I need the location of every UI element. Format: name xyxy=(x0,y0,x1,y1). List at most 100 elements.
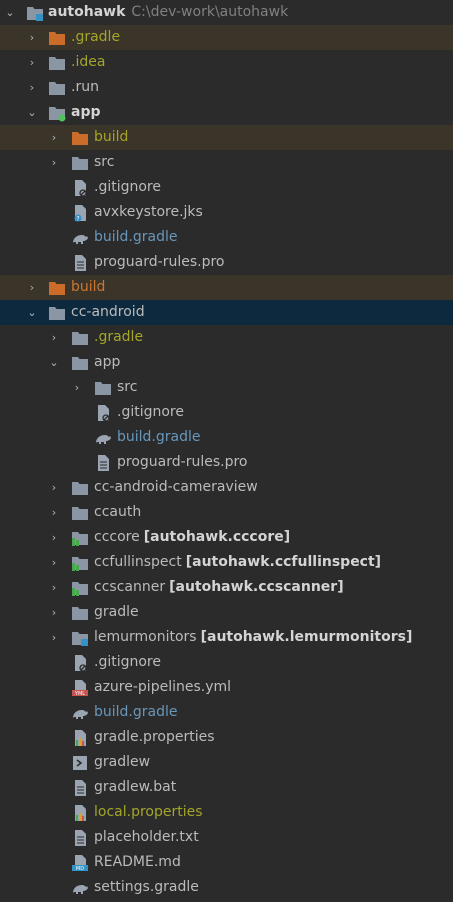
folder-icon xyxy=(49,82,65,95)
library-module-folder-icon xyxy=(72,532,88,546)
tree-row-settings-gradle[interactable]: settings.gradle xyxy=(0,875,453,900)
tree-row-ccfullinspect[interactable]: › ccfullinspect [autohawk.ccfullinspect] xyxy=(0,550,453,575)
tree-item-label: cc-android-cameraview xyxy=(94,479,258,495)
tree-item-label: .gitignore xyxy=(94,179,161,195)
tree-row-cameraview[interactable]: › cc-android-cameraview xyxy=(0,475,453,500)
shell-script-icon xyxy=(73,756,87,770)
tree-row-app-build-gradle[interactable]: build.gradle xyxy=(0,225,453,250)
tree-row-app-gitignore[interactable]: .gitignore xyxy=(0,175,453,200)
chevron-right-icon[interactable]: › xyxy=(46,550,62,575)
tree-item-label: .gradle xyxy=(94,329,144,345)
chevron-right-icon[interactable]: › xyxy=(46,625,62,650)
library-module-folder-icon xyxy=(72,557,88,571)
svg-text:YML: YML xyxy=(74,691,85,697)
tree-item-label: ccfullinspect xyxy=(94,554,182,570)
tree-row-cc-gitignore[interactable]: .gitignore xyxy=(0,650,453,675)
tree-row-run[interactable]: › .run xyxy=(0,75,453,100)
tree-row-cc-app[interactable]: ⌄ app xyxy=(0,350,453,375)
tree-item-label: build.gradle xyxy=(94,704,178,720)
tree-row-cc-gradle[interactable]: › .gradle xyxy=(0,325,453,350)
tree-item-label: cccore xyxy=(94,529,140,545)
tree-item-label: gradlew xyxy=(94,754,151,770)
android-module-folder-icon xyxy=(49,107,66,122)
tree-row-gradle-properties[interactable]: gradle.properties xyxy=(0,725,453,750)
folder-icon xyxy=(49,57,65,70)
text-file-icon xyxy=(75,780,86,796)
chevron-right-icon[interactable]: › xyxy=(46,575,62,600)
tree-item-label: proguard-rules.pro xyxy=(94,254,225,270)
chevron-right-icon[interactable]: › xyxy=(24,75,40,100)
chevron-right-icon[interactable]: › xyxy=(46,325,62,350)
tree-row-idea[interactable]: › .idea xyxy=(0,50,453,75)
chevron-right-icon[interactable]: › xyxy=(46,500,62,525)
tree-item-label: proguard-rules.pro xyxy=(117,454,248,470)
folder-icon xyxy=(72,507,88,520)
tree-row-gradle-folder[interactable]: › gradle xyxy=(0,600,453,625)
tree-row-cc-build-gradle[interactable]: build.gradle xyxy=(0,700,453,725)
tree-row-app-proguard[interactable]: proguard-rules.pro xyxy=(0,250,453,275)
chevron-down-icon[interactable]: ⌄ xyxy=(46,350,62,375)
tree-row-cc-app-src[interactable]: › src xyxy=(0,375,453,400)
tree-row-gradlew[interactable]: gradlew xyxy=(0,750,453,775)
chevron-right-icon[interactable]: › xyxy=(46,125,62,150)
tree-item-label: placeholder.txt xyxy=(94,829,199,845)
tree-item-label: gradle xyxy=(94,604,139,620)
gitignore-file-icon xyxy=(75,180,87,197)
tree-row-ccscanner[interactable]: › ccscanner [autohawk.ccscanner] xyxy=(0,575,453,600)
tree-row-app-build[interactable]: › build xyxy=(0,125,453,150)
tree-item-label: .run xyxy=(71,79,99,95)
chevron-right-icon[interactable]: › xyxy=(24,25,40,50)
chevron-right-icon[interactable]: › xyxy=(24,275,40,300)
project-path: C:\dev-work\autohawk xyxy=(131,4,289,20)
tree-row-build[interactable]: › build xyxy=(0,275,453,300)
gradle-icon xyxy=(73,235,88,244)
tree-row-readme[interactable]: MD README.md xyxy=(0,850,453,875)
tree-item-label: cc-android xyxy=(71,304,145,320)
tree-row-cc-app-gitignore[interactable]: .gitignore xyxy=(0,400,453,425)
folder-icon xyxy=(49,307,65,320)
tree-row-local-properties[interactable]: local.properties xyxy=(0,800,453,825)
tree-row-placeholder[interactable]: placeholder.txt xyxy=(0,825,453,850)
library-module-folder-icon xyxy=(72,582,88,596)
properties-file-icon xyxy=(75,730,86,746)
tree-row-app[interactable]: ⌄ app xyxy=(0,100,453,125)
svg-text:MD: MD xyxy=(76,866,84,872)
folder-icon xyxy=(72,157,88,170)
chevron-right-icon[interactable]: › xyxy=(46,525,62,550)
gitignore-file-icon xyxy=(98,405,110,422)
tree-row-cccore[interactable]: › cccore [autohawk.cccore] xyxy=(0,525,453,550)
project-name: autohawk xyxy=(48,4,126,20)
properties-file-icon xyxy=(75,805,86,821)
folder-icon xyxy=(72,607,88,620)
tree-row-gradle-cache[interactable]: › .gradle xyxy=(0,25,453,50)
chevron-down-icon[interactable]: ⌄ xyxy=(24,300,40,325)
chevron-right-icon[interactable]: › xyxy=(69,375,85,400)
tree-row-lemurmonitors[interactable]: › lemurmonitors [autohawk.lemurmonitors] xyxy=(0,625,453,650)
module-name: [autohawk.lemurmonitors] xyxy=(200,629,413,645)
chevron-down-icon[interactable]: ⌄ xyxy=(24,100,40,125)
tree-row-gradlew-bat[interactable]: gradlew.bat xyxy=(0,775,453,800)
tree-row-app-src[interactable]: › src xyxy=(0,150,453,175)
project-tree: ⌄ autohawk C:\dev-work\autohawk › .gradle… xyxy=(0,0,453,900)
tree-row-cc-app-proguard[interactable]: proguard-rules.pro xyxy=(0,450,453,475)
tree-item-label: .gitignore xyxy=(94,654,161,670)
chevron-right-icon[interactable]: › xyxy=(46,475,62,500)
tree-row-azure-pipelines[interactable]: YML azure-pipelines.yml xyxy=(0,675,453,700)
tree-row-keystore[interactable]: ? avxkeystore.jks xyxy=(0,200,453,225)
gitignore-file-icon xyxy=(75,655,87,672)
svg-text:?: ? xyxy=(76,216,79,223)
tree-item-label: build.gradle xyxy=(94,229,178,245)
tree-item-label: README.md xyxy=(94,854,181,870)
tree-row-autohawk[interactable]: ⌄ autohawk C:\dev-work\autohawk xyxy=(0,0,453,25)
chevron-right-icon[interactable]: › xyxy=(46,600,62,625)
chevron-right-icon[interactable]: › xyxy=(46,150,62,175)
tree-row-ccauth[interactable]: › ccauth xyxy=(0,500,453,525)
tree-row-cc-app-build-gradle[interactable]: build.gradle xyxy=(0,425,453,450)
folder-icon xyxy=(72,482,88,495)
chevron-down-icon[interactable]: ⌄ xyxy=(2,0,18,25)
tree-item-label: avxkeystore.jks xyxy=(94,204,203,220)
gradle-icon xyxy=(96,435,111,444)
text-file-icon xyxy=(98,455,109,471)
tree-row-cc-android[interactable]: ⌄ cc-android xyxy=(0,300,453,325)
chevron-right-icon[interactable]: › xyxy=(24,50,40,75)
